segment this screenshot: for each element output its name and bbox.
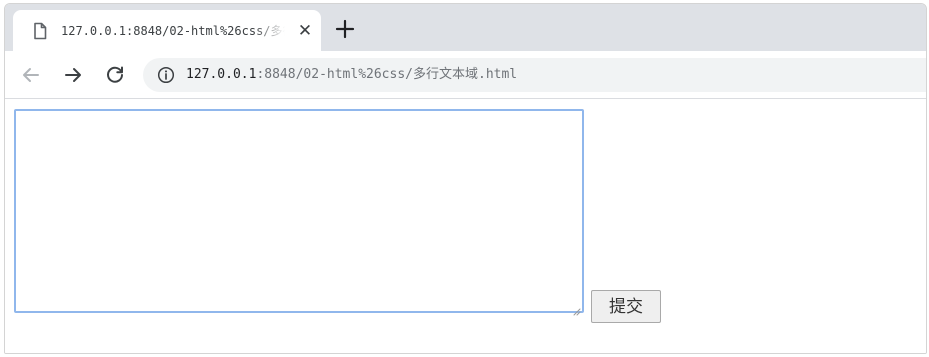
page-icon <box>32 22 48 40</box>
toolbar: 127.0.0.1:8848/02-html%26css/多行文本域.html <box>5 51 926 99</box>
resize-grip-icon[interactable] <box>572 301 581 316</box>
url-text: 127.0.0.1:8848/02-html%26css/多行文本域.html <box>186 66 517 84</box>
address-bar[interactable]: 127.0.0.1:8848/02-html%26css/多行文本域.html <box>143 58 926 92</box>
url-host: 127.0.0.1 <box>186 67 257 82</box>
back-arrow-icon[interactable] <box>19 63 43 87</box>
plus-icon[interactable] <box>332 16 358 42</box>
multiline-textarea[interactable] <box>14 109 584 313</box>
browser-tab[interactable]: 127.0.0.1:8848/02-html%26css/多行文本域.html … <box>13 10 321 51</box>
browser-window: 127.0.0.1:8848/02-html%26css/多行文本域.html … <box>4 3 927 354</box>
page-content: 提交 <box>5 99 926 353</box>
submit-button[interactable]: 提交 <box>591 290 661 323</box>
reload-icon[interactable] <box>103 63 127 87</box>
url-path: :8848/02-html%26css/多行文本域.html <box>256 67 518 82</box>
tab-title: 127.0.0.1:8848/02-html%26css/多行文本域.html <box>61 24 285 38</box>
info-icon[interactable] <box>157 66 175 84</box>
forward-arrow-icon[interactable] <box>61 63 85 87</box>
close-tab-icon[interactable]: ✕ <box>296 22 314 40</box>
tab-strip: 127.0.0.1:8848/02-html%26css/多行文本域.html … <box>5 4 926 51</box>
